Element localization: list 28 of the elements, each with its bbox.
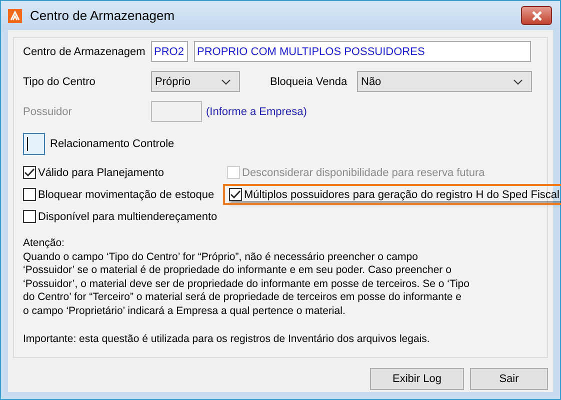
type-dropdown[interactable]: Próprio (151, 71, 240, 92)
relation-field[interactable] (23, 133, 45, 155)
code-field[interactable]: PRO2 (151, 41, 188, 62)
checkbox[interactable]: Válido para Planejamento (23, 166, 227, 179)
field-label: Bloqueia Venda (270, 76, 348, 88)
field-label: Relacionamento Controle (50, 138, 174, 150)
chevron-down-icon (221, 78, 231, 84)
close-button[interactable] (521, 6, 552, 25)
field-label: Centro de Armazenagem (23, 46, 146, 58)
name-field[interactable]: PROPRIO COM MULTIPLOS POSSUIDORES (194, 41, 531, 62)
checkmark-icon (230, 190, 241, 199)
note-text: Atenção: Quando o campo ‘Tipo do Centro’ for “Próprio”, não é necessário preencher o campo ‘Possuidor’ se o material é de propriedade do informante e em seu poder. Caso preencher o ‘Possuidor’, o material deve ser de propriedade do informante em posse de terceiros. Se o ‘Tipo do Centro’ for “Terceiro” o material será de propriedade de terceiros em posse do informante e o campo ‘Proprietário’ indicará a Empresa a qual pertence o material. (23, 237, 470, 319)
chevron-down-icon (513, 78, 523, 84)
checkmark-icon (24, 168, 35, 177)
show-log-button[interactable]: Exibir Log (370, 368, 464, 390)
note-text: Importante: esta questão é utilizada para os registros de Inventário dos arquivos legais. (23, 332, 431, 346)
checkbox[interactable]: Múltiplos possuidores para geração do registro H do Sped Fiscal (227, 188, 561, 201)
owner-hint-link[interactable]: (Informe a Empresa) (206, 106, 307, 118)
window-title: Centro de Armazenagem (30, 8, 176, 23)
checkbox[interactable]: Bloquear movimentação de estoque (23, 188, 227, 201)
exit-button[interactable]: Sair (470, 368, 548, 390)
owner-field[interactable] (151, 101, 202, 122)
close-icon (530, 10, 542, 20)
block-sale-dropdown[interactable]: Não (357, 71, 532, 92)
app-logo-icon (8, 8, 22, 22)
field-label: Possuidor (23, 106, 73, 118)
field-label: Tipo do Centro (23, 76, 96, 88)
checkbox[interactable]: Disponível para multiendereçamento (23, 210, 227, 223)
